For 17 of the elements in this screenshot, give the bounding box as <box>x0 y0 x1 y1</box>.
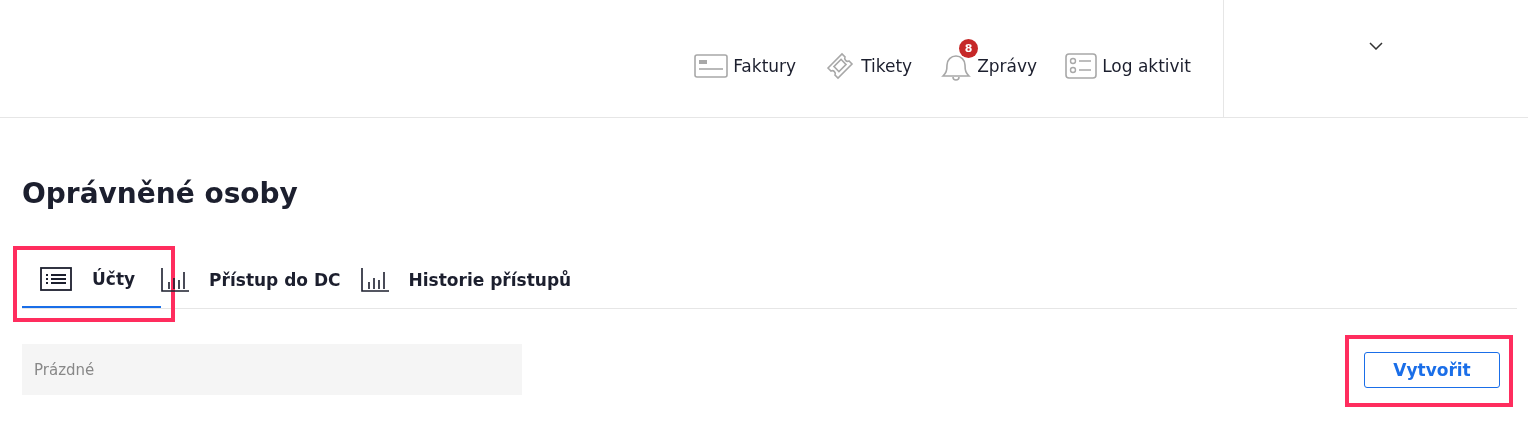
bar-chart-icon <box>161 268 190 292</box>
nav-link[interactable]: 8 Zprávy <box>940 36 1046 81</box>
list-icon <box>1065 52 1098 79</box>
tab[interactable]: Přístup do DC <box>161 252 361 308</box>
nav-link[interactable]: Faktury <box>694 39 805 78</box>
nav-link[interactable]: Tikety <box>824 35 921 82</box>
bar-chart-icon <box>360 268 389 292</box>
nav-link[interactable]: Log aktivit <box>1065 38 1199 79</box>
filter-field[interactable]: Prázdné <box>22 344 522 395</box>
page-title: Oprávněné osoby <box>22 176 299 212</box>
card-icon <box>694 53 729 78</box>
chevron-down-icon[interactable] <box>1369 42 1383 50</box>
list-icon <box>40 267 72 291</box>
tab[interactable]: Účty <box>22 252 162 308</box>
tab[interactable]: Historie přístupů <box>360 252 592 308</box>
create-button[interactable]: Vytvořit <box>1364 351 1500 388</box>
notification-badge: 8 <box>959 38 979 58</box>
